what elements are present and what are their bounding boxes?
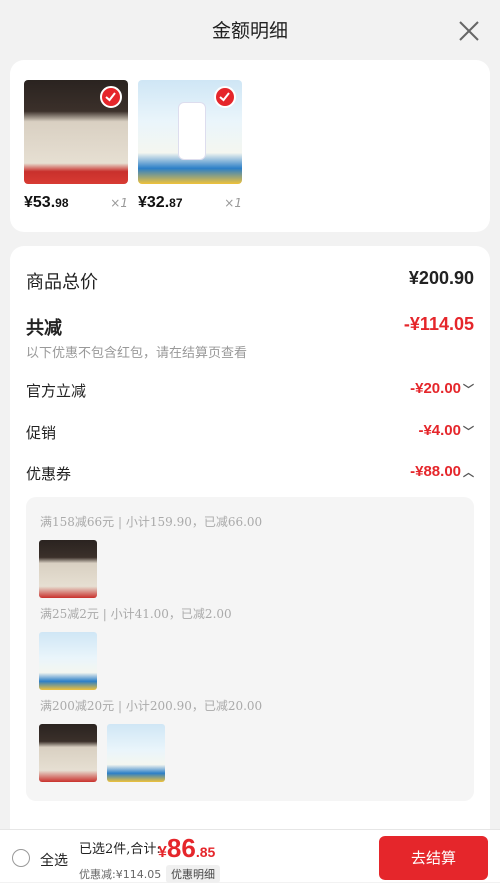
discount-detail-button[interactable]: 优惠明细 bbox=[166, 865, 220, 883]
coupon-line: 满158减66元 | 小计159.90，已减66.00 bbox=[40, 515, 263, 529]
discount-row-official[interactable]: 官方立减 -¥20.00 ﹀ bbox=[26, 380, 474, 402]
product-qty: ×1 bbox=[110, 196, 128, 210]
reduce-note-row: 以下优惠不包含红包，请在结算页查看 bbox=[26, 342, 474, 361]
coupon-line: 满25减2元 | 小计41.00，已减2.00 bbox=[40, 607, 232, 621]
discount-summary: 优惠减:¥114.05 bbox=[79, 868, 162, 881]
coupon-line: 满200减20元 | 小计200.90，已减20.00 bbox=[40, 699, 263, 713]
coupon-product-thumb bbox=[39, 724, 97, 782]
reduce-row: 共减 -¥114.05 bbox=[26, 314, 474, 339]
chevron-down-icon[interactable]: ﹀ bbox=[463, 426, 474, 438]
total-row: 商品总价 ¥200.90 bbox=[26, 268, 474, 294]
total-label: 商品总价 bbox=[26, 272, 98, 293]
close-icon[interactable] bbox=[456, 18, 482, 44]
product-image-pants bbox=[24, 80, 128, 184]
coupon-product-thumb bbox=[107, 724, 165, 782]
selected-summary: 已选2件,合计: bbox=[79, 842, 161, 857]
discount-row-coupon[interactable]: 优惠券 -¥88.00 ︿ bbox=[26, 463, 474, 485]
product-image-bottle bbox=[138, 80, 242, 184]
select-all-radio[interactable] bbox=[12, 849, 30, 867]
reduce-value: -¥114.05 bbox=[403, 314, 474, 334]
discount-row-promo[interactable]: 促销 -¥4.00 ﹀ bbox=[26, 422, 474, 444]
total-value: ¥200.90 bbox=[408, 268, 474, 288]
page-title: 金额明细 bbox=[211, 20, 288, 42]
discount-value: -¥88.00 ︿ bbox=[410, 463, 474, 480]
bottom-bar: 全选 已选2件,合计: ¥86.85 优惠减:¥114.05 优惠明细 去结算 bbox=[0, 829, 500, 883]
chevron-up-icon[interactable]: ︿ bbox=[463, 467, 474, 479]
product-price: ¥53.98 bbox=[24, 194, 69, 211]
coupon-detail-box: 满158减66元 | 小计159.90，已减66.00 满25减2元 | 小计4… bbox=[26, 497, 474, 801]
selected-check-icon[interactable] bbox=[100, 86, 122, 108]
product-card: ¥53.98 ×1 ¥32.87 ×1 bbox=[10, 60, 490, 232]
header: 金额明细 bbox=[0, 0, 500, 60]
discount-label: 优惠券 bbox=[26, 465, 72, 483]
product-qty: ×1 bbox=[224, 196, 242, 210]
coupon-product-thumb bbox=[39, 540, 97, 598]
selected-check-icon[interactable] bbox=[214, 86, 236, 108]
chevron-down-icon[interactable]: ﹀ bbox=[463, 384, 474, 396]
discount-label: 官方立减 bbox=[26, 382, 87, 400]
select-all-label[interactable]: 全选 bbox=[40, 850, 68, 870]
coupon-product-thumb bbox=[39, 632, 97, 690]
product-price: ¥32.87 bbox=[138, 194, 183, 211]
checkout-button[interactable]: 去结算 bbox=[379, 836, 488, 880]
product-item[interactable]: ¥32.87 ×1 bbox=[138, 80, 242, 211]
reduce-label: 共减 bbox=[26, 318, 62, 339]
discount-value: -¥20.00 ﹀ bbox=[410, 380, 474, 397]
total-amount: ¥86.85 bbox=[158, 833, 216, 863]
reduce-note: 以下优惠不包含红包，请在结算页查看 bbox=[26, 346, 248, 361]
product-item[interactable]: ¥53.98 ×1 bbox=[24, 80, 128, 211]
discount-label: 促销 bbox=[26, 424, 57, 442]
price-detail-card: 商品总价 ¥200.90 共减 -¥114.05 以下优惠不包含红包，请在结算页… bbox=[10, 246, 490, 846]
discount-value: -¥4.00 ﹀ bbox=[418, 422, 474, 439]
